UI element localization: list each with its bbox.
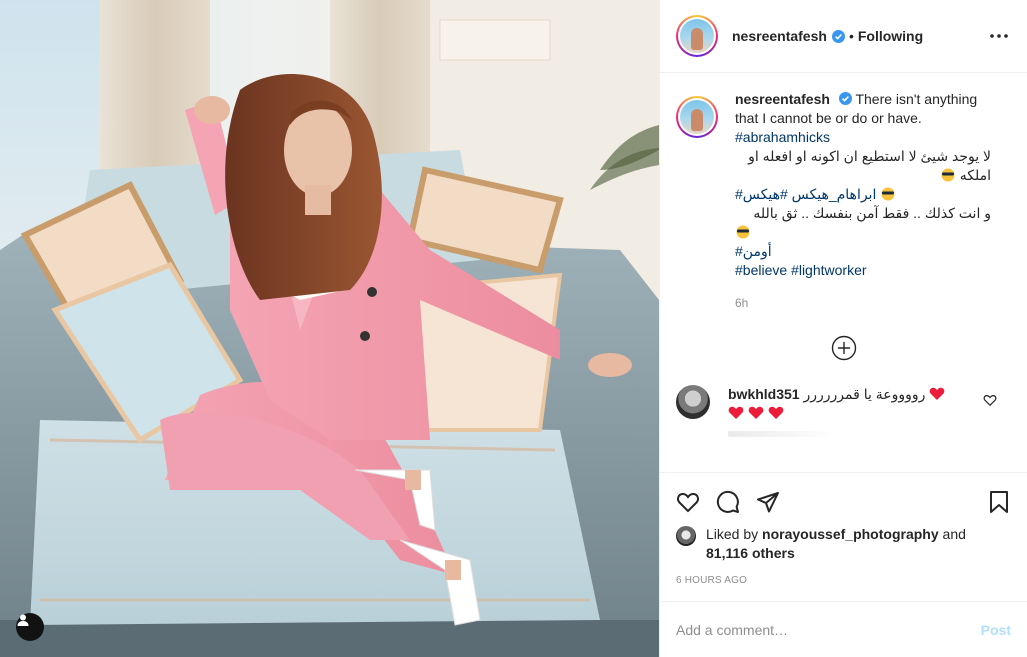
face-with-sunglasses-icon bbox=[940, 168, 956, 182]
hashtag-link[interactable]: ابراهام_هيكس #هيكس# bbox=[735, 186, 876, 202]
post-photo[interactable] bbox=[0, 0, 659, 657]
comment-text: رووووعة يا قمرررررر bbox=[803, 386, 926, 402]
comment-body: bwkhld351 رووووعة يا قمرررررر bbox=[728, 385, 978, 423]
comment-icon[interactable] bbox=[716, 490, 740, 514]
add-comment-bar: Post bbox=[660, 601, 1027, 657]
heart-emoji-icon bbox=[929, 387, 945, 401]
comment-like-heart-icon[interactable] bbox=[983, 393, 997, 407]
hashtag-link[interactable]: أومن# bbox=[735, 243, 772, 259]
caption-body: nesreentafesh There isn't anything that … bbox=[735, 90, 991, 313]
hashtag-link[interactable]: #lightworker bbox=[791, 262, 866, 278]
more-options-icon[interactable] bbox=[987, 24, 1011, 48]
commenter-username[interactable]: bwkhld351 bbox=[728, 386, 800, 402]
tagged-users-button[interactable] bbox=[16, 613, 44, 641]
post-actions: Liked by norayoussef_photography and 81,… bbox=[660, 472, 1027, 586]
likes-summary: Liked by norayoussef_photography and 81,… bbox=[676, 525, 1011, 563]
face-with-sunglasses-icon bbox=[880, 187, 896, 201]
plus-circle-icon[interactable] bbox=[831, 335, 857, 361]
separator-dot: • bbox=[848, 28, 854, 44]
verified-badge-icon bbox=[831, 29, 845, 43]
share-icon[interactable] bbox=[756, 490, 780, 514]
heart-emoji-icon bbox=[748, 406, 764, 420]
load-more-comments[interactable] bbox=[676, 335, 1011, 361]
face-with-sunglasses-icon bbox=[735, 225, 751, 239]
caption: nesreentafesh There isn't anything that … bbox=[676, 90, 1011, 313]
comment: bwkhld351 رووووعة يا قمرررررر bbox=[676, 385, 1011, 423]
hashtag-link[interactable]: #believe bbox=[735, 262, 787, 278]
post-comment-button[interactable]: Post bbox=[981, 622, 1011, 638]
commenter-avatar[interactable] bbox=[676, 385, 710, 419]
caption-avatar[interactable] bbox=[676, 96, 718, 138]
heart-icon[interactable] bbox=[676, 490, 700, 514]
post-header: nesreentafesh • Following bbox=[660, 0, 1027, 73]
following-button[interactable]: Following bbox=[858, 28, 923, 44]
comments-area[interactable]: nesreentafesh There isn't anything that … bbox=[660, 74, 1027, 472]
heart-emoji-icon bbox=[768, 406, 784, 420]
comment-input[interactable] bbox=[676, 621, 981, 638]
liker-username[interactable]: norayoussef_photography bbox=[762, 526, 939, 542]
post-side-panel: nesreentafesh • Following nesreentafesh … bbox=[659, 0, 1027, 657]
caption-arabic-line: و انت كذلك .. فقط آمن بنفسك .. ثق بالله bbox=[753, 205, 991, 221]
user-icon bbox=[17, 614, 29, 626]
bookmark-icon[interactable] bbox=[987, 490, 1011, 514]
liked-by-prefix: Liked by bbox=[706, 526, 759, 542]
post-image bbox=[0, 0, 659, 657]
likes-count[interactable]: 81,116 others bbox=[706, 545, 795, 561]
liker-avatar[interactable] bbox=[676, 526, 696, 546]
caption-time[interactable]: 6h bbox=[735, 294, 991, 313]
post-timestamp[interactable]: 6 HOURS AGO bbox=[676, 575, 1011, 586]
caption-username[interactable]: nesreentafesh bbox=[735, 91, 830, 107]
verified-badge-icon bbox=[838, 92, 852, 105]
hashtag-link[interactable]: #abrahamhicks bbox=[735, 129, 830, 145]
author-avatar[interactable] bbox=[676, 15, 718, 57]
heart-emoji-icon bbox=[728, 406, 744, 420]
next-comment-preview bbox=[728, 431, 838, 437]
author-username[interactable]: nesreentafesh bbox=[732, 28, 827, 44]
liked-by-and: and bbox=[942, 526, 966, 542]
